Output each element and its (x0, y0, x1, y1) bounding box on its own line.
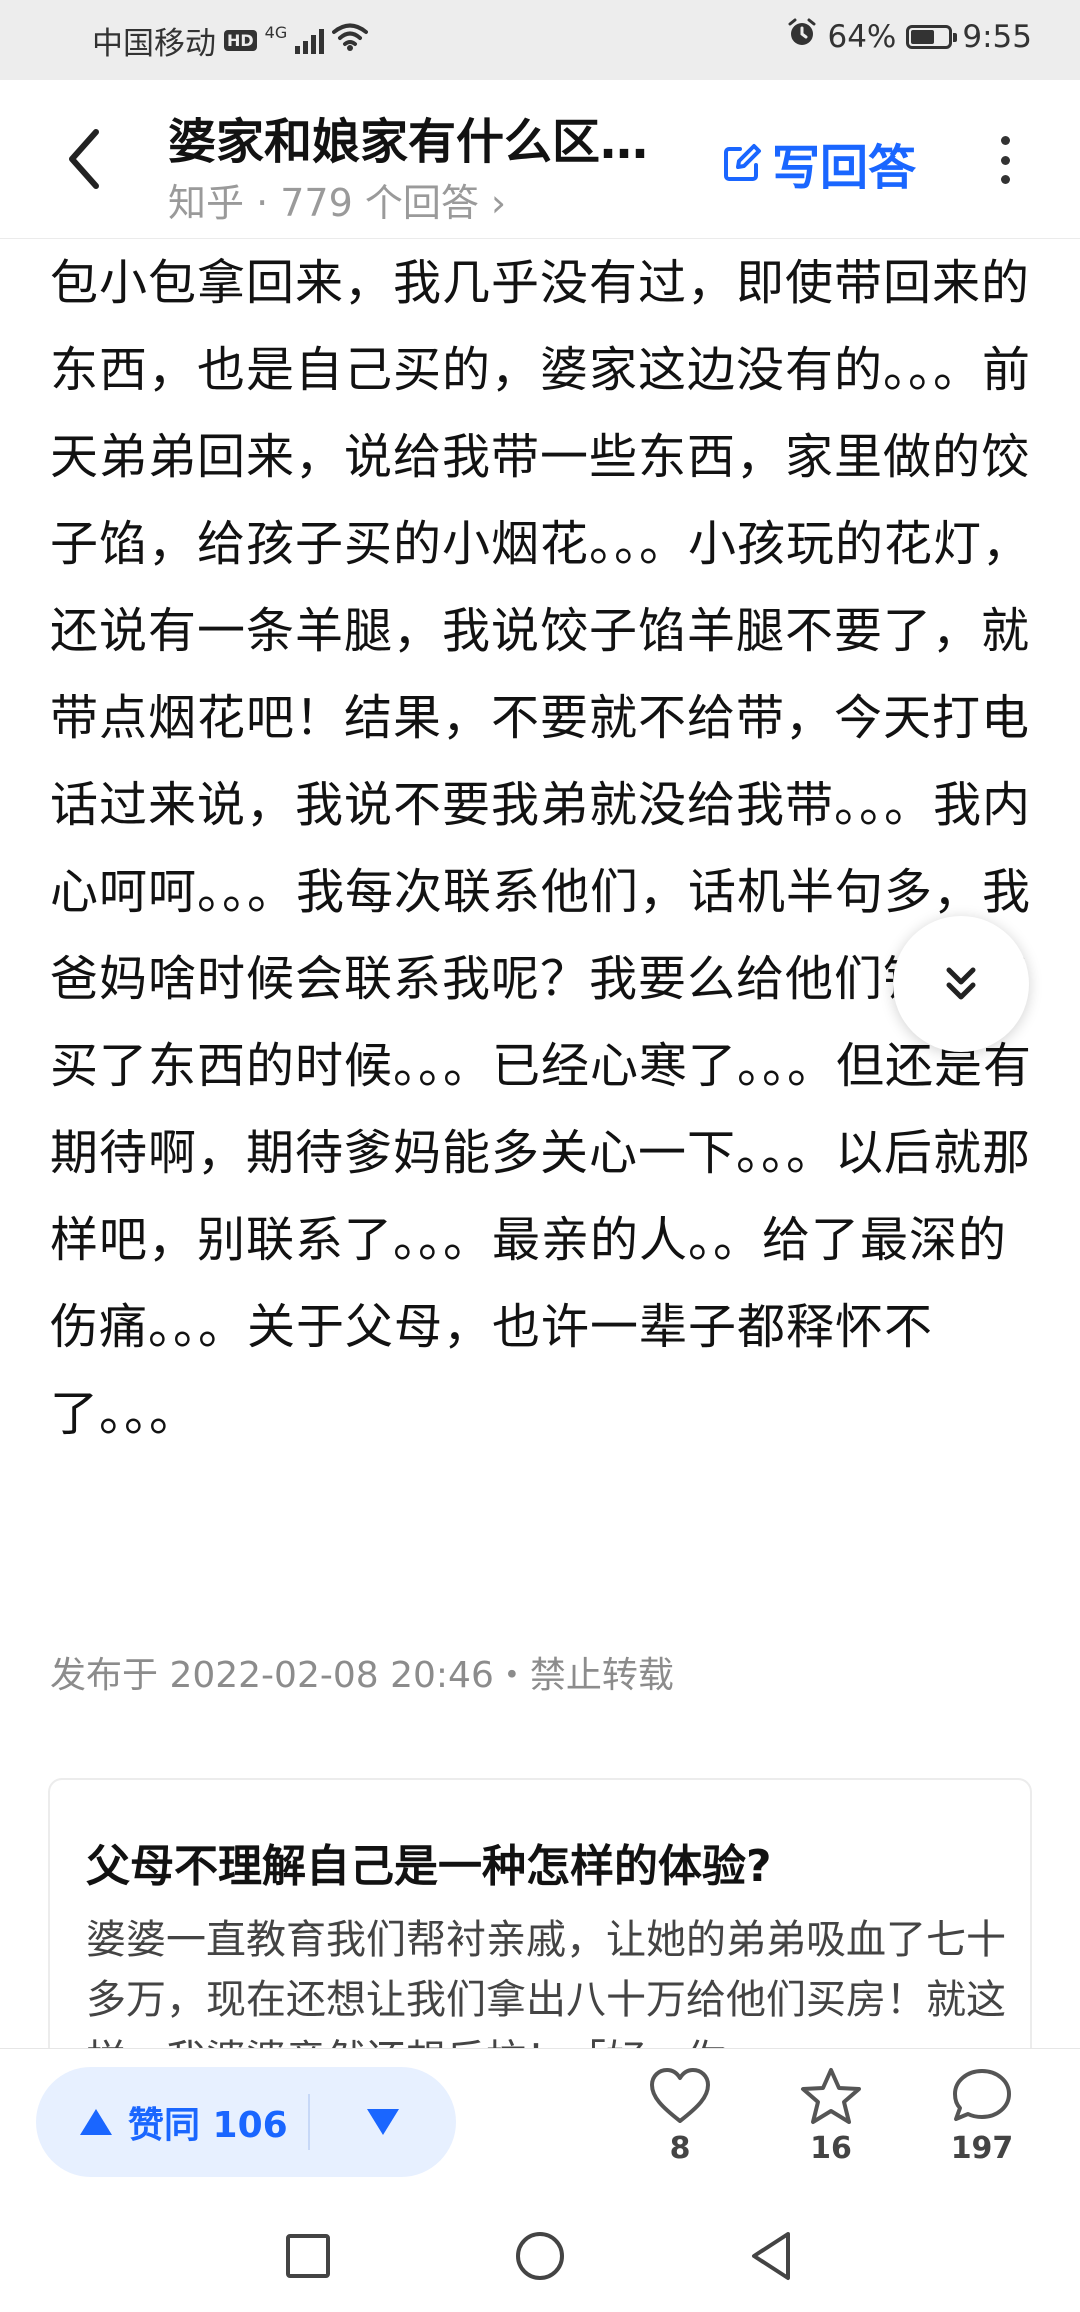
battery-percent: 64% (827, 19, 897, 55)
wifi-icon (332, 23, 369, 59)
battery-icon (906, 25, 958, 49)
comment-button[interactable]: 197 (922, 2067, 1042, 2166)
comment-count: 197 (950, 2131, 1014, 2166)
recents-button[interactable] (278, 2226, 338, 2286)
network-type: 4G (264, 22, 288, 42)
status-left: 中国移动 HD 4G (92, 18, 369, 63)
clock: 9:55 (962, 19, 1032, 55)
like-count: 8 (669, 2131, 691, 2166)
question-title[interactable]: 婆家和娘家有什么区… (168, 102, 708, 172)
triangle-up-icon (80, 2109, 112, 2135)
upvote-button[interactable]: 赞同 106 (36, 2096, 308, 2148)
status-bar: 中国移动 HD 4G 64% 9:55 (0, 0, 1080, 80)
more-button[interactable] (990, 130, 1020, 190)
hd-badge: HD (224, 30, 257, 51)
circle-icon (516, 2232, 564, 2280)
signal-icon (295, 28, 325, 54)
question-header: 婆家和娘家有什么区… 知乎 · 779 个回答 › 写回答 (0, 80, 1080, 239)
vote-pill: 赞同 106 (36, 2067, 456, 2177)
upvote-label: 赞同 106 (128, 2105, 288, 2146)
related-question-title: 父母不理解自己是一种怎样的体验? (86, 1841, 772, 1892)
answer-body-text: 包小包拿回来，我几乎没有过，即使带回来的东西，也是自己买的，婆家这边没有的。。。… (50, 255, 1033, 1442)
triangle-down-icon (367, 2109, 399, 2135)
home-button[interactable] (510, 2226, 570, 2286)
square-icon (286, 2234, 330, 2278)
system-nav-bar (0, 2198, 1080, 2312)
back-button[interactable] (58, 124, 118, 194)
scroll-down-button[interactable] (893, 916, 1029, 1052)
favorite-button[interactable]: 16 (771, 2067, 891, 2166)
chevron-left-icon (69, 129, 99, 189)
downvote-button[interactable] (310, 2107, 456, 2137)
answer-count-link[interactable]: 知乎 · 779 个回答 › (168, 172, 506, 227)
edit-icon (724, 144, 761, 181)
write-answer-label: 写回答 (772, 140, 917, 196)
heart-icon (650, 2068, 710, 2123)
answer-action-bar: 赞同 106 8 16 197 (0, 2048, 1080, 2199)
status-right: 64% 9:55 (787, 18, 1032, 56)
comment-icon (953, 2069, 1011, 2121)
more-vertical-icon (1000, 136, 1010, 145)
triangle-back-icon (752, 2232, 790, 2280)
like-button[interactable]: 8 (620, 2067, 740, 2166)
publish-meta: 发布于 2022-02-08 20:46・禁止转载 (50, 1655, 674, 1696)
carrier-label: 中国移动 (92, 26, 216, 62)
nav-back-button[interactable] (742, 2226, 802, 2286)
answer-content: 包小包拿回来，我几乎没有过，即使带回来的东西，也是自己买的，婆家这边没有的。。。… (50, 240, 1035, 1458)
alarm-icon (787, 18, 817, 56)
write-answer-button[interactable]: 写回答 (722, 128, 916, 198)
star-icon (801, 2068, 861, 2124)
double-chevron-down-icon (946, 967, 976, 1000)
related-question-card[interactable]: 父母不理解自己是一种怎样的体验? 婆婆一直教育我们帮衬亲戚，让她的弟弟吸血了七十… (48, 1778, 1032, 2078)
favorite-count: 16 (810, 2131, 852, 2166)
